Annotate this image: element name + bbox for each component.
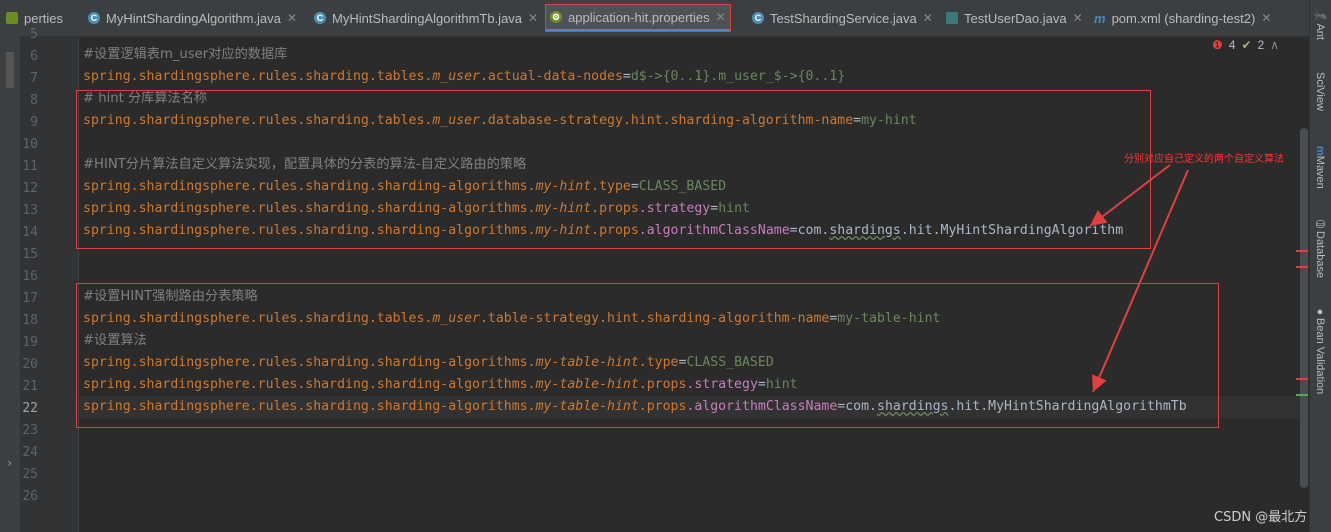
maven-icon: m [1314, 146, 1326, 156]
tool-label: Maven [1314, 155, 1326, 189]
annotation-text: 分别对应自己定义的两个自定义算法 [1124, 154, 1284, 165]
watermark: CSDN @最北方 [1214, 510, 1308, 525]
bean-validation-icon: ● [1314, 306, 1326, 318]
tool-database[interactable]: ⛁Database [1314, 218, 1327, 278]
inspection-widget[interactable]: ❶ 4 ✔ 2 ∧ [1212, 38, 1279, 52]
tool-ant[interactable]: 🐜Ant [1314, 10, 1327, 40]
arrow-to-line-14 [1089, 164, 1171, 227]
arrow-to-line-22 [1091, 169, 1189, 393]
tool-label: Database [1314, 231, 1326, 279]
error-count: 4 [1228, 38, 1236, 52]
tool-sciview[interactable]: SciView [1314, 72, 1326, 111]
tool-label: Ant [1314, 23, 1326, 40]
right-tool-window-bar: 🐜Ant SciView mMaven ⛁Database ●Bean Vali… [1309, 0, 1331, 532]
database-icon: ⛁ [1314, 218, 1326, 231]
error-stripe-mark[interactable] [1296, 266, 1308, 268]
tool-label: SciView [1314, 72, 1326, 111]
error-stripe-mark[interactable] [1296, 378, 1308, 380]
tool-maven[interactable]: mMaven [1314, 146, 1326, 189]
ant-icon: 🐜 [1314, 10, 1326, 24]
tool-bean-validation[interactable]: ●Bean Validation [1314, 306, 1326, 394]
annotation-arrows [1089, 164, 1189, 393]
error-stripe-mark[interactable] [1296, 250, 1308, 252]
change-stripe-mark[interactable] [1296, 394, 1308, 396]
warning-check-icon: ✔ [1241, 38, 1252, 52]
warning-count: 2 [1257, 38, 1265, 52]
tool-label: Bean Validation [1314, 318, 1326, 395]
editor-scrollbar[interactable] [1300, 128, 1308, 488]
error-icon: ❶ [1212, 38, 1223, 52]
chevron-up-icon[interactable]: ∧ [1270, 38, 1279, 52]
